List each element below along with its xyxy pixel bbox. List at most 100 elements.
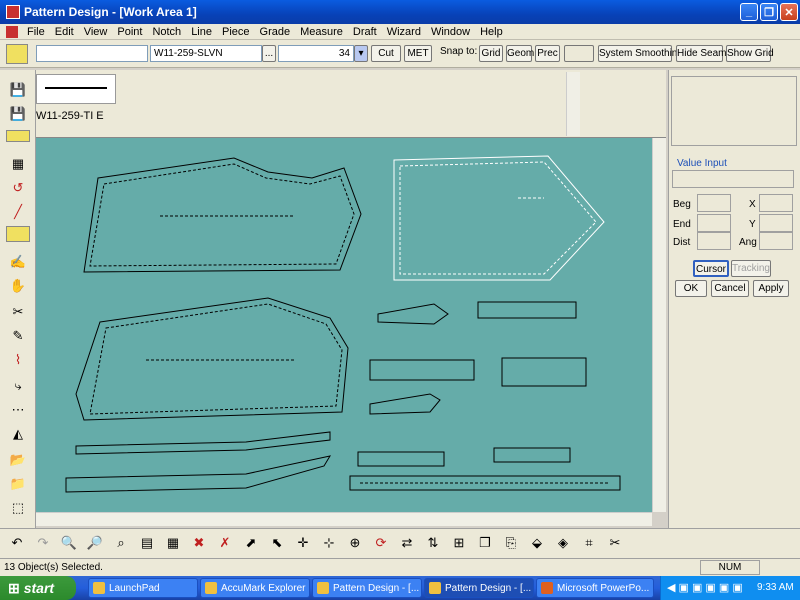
preview-scrollbar[interactable]: [566, 72, 580, 136]
menu-view[interactable]: View: [79, 26, 113, 38]
task-powerpoint[interactable]: Microsoft PowerPo...: [536, 578, 654, 598]
point-icon[interactable]: ✍: [6, 252, 30, 272]
snap-prec-button[interactable]: Prec: [535, 45, 560, 62]
y-field[interactable]: [759, 214, 793, 232]
menu-file[interactable]: File: [22, 26, 50, 38]
save-as-icon[interactable]: 💾: [6, 104, 30, 124]
menu-help[interactable]: Help: [475, 26, 508, 38]
menu-piece[interactable]: Piece: [217, 26, 255, 38]
pattern-drawing[interactable]: [36, 138, 652, 512]
blank-button[interactable]: [564, 45, 594, 62]
cancel-button[interactable]: Cancel: [711, 280, 749, 297]
snap-geom-button[interactable]: Geom: [506, 45, 534, 62]
menu-grade[interactable]: Grade: [255, 26, 296, 38]
table-icon[interactable]: ▦: [6, 154, 30, 174]
units-button[interactable]: MET: [404, 45, 432, 62]
line-icon[interactable]: ╱: [6, 202, 30, 222]
mirror-icon[interactable]: ⇄: [396, 532, 418, 554]
open-folder-icon[interactable]: 📁: [6, 474, 30, 494]
value-input-field[interactable]: [672, 170, 794, 188]
dart-icon[interactable]: ◭: [6, 424, 30, 444]
show-grid-button[interactable]: Show Grid: [726, 45, 774, 62]
hide-seams-button[interactable]: Hide Seams: [676, 45, 731, 62]
notch-tool-icon[interactable]: ⬙: [526, 532, 548, 554]
close-button[interactable]: ✕: [780, 3, 798, 21]
task-launchpad[interactable]: LaunchPad: [88, 578, 198, 598]
task-pattern-design-1[interactable]: Pattern Design - [...: [312, 578, 422, 598]
clock[interactable]: 9:33 AM: [757, 582, 794, 593]
beg-field[interactable]: [697, 194, 731, 212]
yellow-piece-icon[interactable]: [6, 130, 30, 142]
size-select[interactable]: 34: [278, 45, 354, 62]
folder-icon[interactable]: 📂: [6, 450, 30, 470]
tray-icons[interactable]: ◀ ▣ ▣ ▣ ▣ ▣: [667, 581, 743, 594]
task-accumark-explorer[interactable]: AccuMark Explorer: [200, 578, 310, 598]
menu-window[interactable]: Window: [426, 26, 475, 38]
redo-icon[interactable]: ↷: [32, 532, 54, 554]
system-smoothing-button[interactable]: System Smoothing: [598, 45, 683, 62]
rotate-icon[interactable]: ⟳: [370, 532, 392, 554]
apply-button[interactable]: Apply: [753, 280, 789, 297]
fold-icon[interactable]: ⤷: [6, 376, 30, 396]
menu-line[interactable]: Line: [186, 26, 217, 38]
flip-icon[interactable]: ⇅: [422, 532, 444, 554]
work-area-canvas[interactable]: [36, 138, 652, 512]
task-pattern-design-2[interactable]: Pattern Design - [...: [424, 578, 534, 598]
ang-field[interactable]: [759, 232, 793, 250]
zoom-out-icon[interactable]: 🔎: [84, 532, 106, 554]
zoom-window-icon[interactable]: ⌕: [110, 532, 132, 554]
undo-icon[interactable]: ↶: [6, 532, 28, 554]
menu-edit[interactable]: Edit: [50, 26, 79, 38]
paste-icon[interactable]: ⎘: [500, 532, 522, 554]
menu-measure[interactable]: Measure: [295, 26, 348, 38]
dist-field[interactable]: [697, 232, 731, 250]
browse-button[interactable]: ...: [262, 45, 276, 62]
tag-icon[interactable]: ⌗: [578, 532, 600, 554]
canvas-vertical-scrollbar[interactable]: [652, 138, 666, 512]
align-icon[interactable]: ⊞: [448, 532, 470, 554]
app-menu-icon[interactable]: [6, 25, 18, 38]
pencil-icon[interactable]: ✎: [6, 326, 30, 346]
tracking-button[interactable]: Tracking: [731, 260, 771, 277]
start-button[interactable]: ⊞ start: [0, 576, 76, 600]
delete-icon[interactable]: ✖: [188, 532, 210, 554]
snap-icon[interactable]: ⊕: [344, 532, 366, 554]
scissors-icon[interactable]: ✂: [6, 302, 30, 322]
style-name-field[interactable]: W11-259-SLVN: [150, 45, 262, 62]
full-scale-icon[interactable]: ▤: [136, 532, 158, 554]
canvas-horizontal-scrollbar[interactable]: [36, 512, 652, 526]
cursor-button[interactable]: Cursor: [693, 260, 729, 277]
grid-view-icon[interactable]: ▦: [162, 532, 184, 554]
point-tool-icon[interactable]: ⊹: [318, 532, 340, 554]
x-field[interactable]: [759, 194, 793, 212]
notch-icon[interactable]: ✋: [6, 276, 30, 296]
restore-button[interactable]: ❐: [760, 3, 778, 21]
crosshair-icon[interactable]: ✛: [292, 532, 314, 554]
end-field[interactable]: [697, 214, 731, 232]
cut-button[interactable]: Cut: [371, 45, 401, 62]
minimize-button[interactable]: _: [740, 3, 758, 21]
zoom-in-icon[interactable]: 🔍: [58, 532, 80, 554]
piece-thumbnail[interactable]: [36, 74, 116, 104]
menu-notch[interactable]: Notch: [147, 26, 186, 38]
curve-icon[interactable]: ↺: [6, 178, 30, 198]
save-icon[interactable]: 💾: [6, 80, 30, 100]
menu-point[interactable]: Point: [112, 26, 147, 38]
shape-icon[interactable]: ◈: [552, 532, 574, 554]
seam-icon[interactable]: ⋯: [6, 400, 30, 420]
menu-wizard[interactable]: Wizard: [382, 26, 426, 38]
piece-icon[interactable]: [6, 226, 30, 242]
snap-grid-button[interactable]: Grid: [479, 45, 503, 62]
piece-field[interactable]: [36, 45, 148, 62]
cut-tool-icon[interactable]: ✂: [604, 532, 626, 554]
chevron-down-icon[interactable]: ▾: [354, 45, 368, 62]
move-icon[interactable]: ⬉: [266, 532, 288, 554]
menu-draft[interactable]: Draft: [348, 26, 382, 38]
copy-icon[interactable]: ❐: [474, 532, 496, 554]
clear-icon[interactable]: ✗: [214, 532, 236, 554]
grade-icon[interactable]: ⬚: [6, 498, 30, 518]
piece-tool-icon[interactable]: [6, 44, 28, 64]
select-icon[interactable]: ⬈: [240, 532, 262, 554]
ok-button[interactable]: OK: [675, 280, 707, 297]
measure-icon[interactable]: ⌇: [6, 350, 30, 370]
